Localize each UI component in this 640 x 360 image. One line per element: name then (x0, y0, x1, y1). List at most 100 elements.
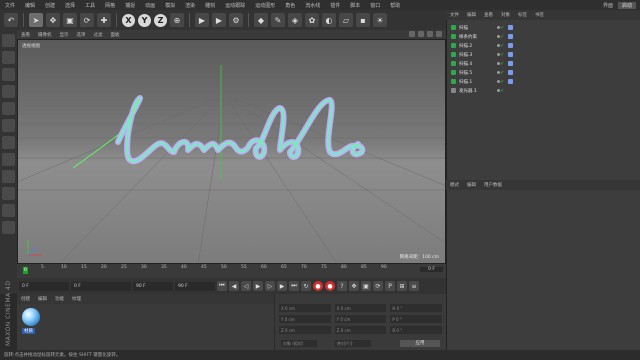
object-menu-bookmarks[interactable]: 书签 (531, 12, 548, 18)
object-row[interactable]: 样条约束 ✓ (451, 33, 637, 40)
viewport-menu-options[interactable]: 选项 (73, 32, 90, 38)
material-tag-icon[interactable] (508, 43, 514, 48)
current-frame-field[interactable]: 0 F (71, 281, 131, 291)
go-to-end-icon[interactable]: ⏭ (289, 281, 299, 291)
zoom-icon[interactable] (418, 31, 424, 37)
axis-z-button[interactable]: Z (154, 13, 167, 27)
object-name[interactable]: 扫描.4 (459, 61, 495, 67)
maximize-icon[interactable] (436, 31, 442, 37)
position-y-field[interactable]: Y 0 cm (279, 315, 331, 323)
object-row[interactable]: 扫描 ✓ (451, 24, 637, 31)
object-menu-edit[interactable]: 编辑 (463, 12, 480, 18)
object-menu-view[interactable]: 查看 (480, 12, 497, 18)
polygons-mode-icon[interactable] (2, 136, 15, 149)
menu-item-animate[interactable]: 动画 (140, 2, 160, 9)
edges-mode-icon[interactable] (2, 119, 15, 132)
menu-item-pipeline[interactable]: 流水线 (300, 2, 325, 9)
menu-item-simulate[interactable]: 模拟 (160, 2, 180, 9)
viewport-menu-filter[interactable]: 过滤 (90, 32, 107, 38)
object-name[interactable]: 发光器.1 (459, 88, 495, 94)
size-mode-dropdown[interactable]: 绝对尺寸 (335, 340, 371, 347)
camera-icon[interactable]: ▪ (356, 13, 370, 27)
size-x-field[interactable]: X 0 cm (334, 304, 387, 312)
material-tag-icon[interactable] (508, 70, 514, 75)
loop-icon[interactable]: ↻ (301, 281, 311, 291)
timeline-frame-field[interactable]: 0 F (420, 267, 443, 272)
material-preview-ball[interactable] (22, 308, 40, 326)
rotate-icon[interactable]: ⟳ (80, 13, 94, 27)
tweak-mode-icon[interactable] (2, 170, 15, 183)
move-icon[interactable]: ✥ (46, 13, 60, 27)
render-picture-viewer-icon[interactable]: ▶ (212, 13, 226, 27)
workplane-icon[interactable] (2, 85, 15, 98)
object-name[interactable]: 扫描.1 (459, 79, 495, 85)
pen-icon[interactable]: ✎ (271, 13, 285, 27)
apply-button[interactable]: 应用 (400, 340, 440, 347)
preview-end-field[interactable]: 90 F (175, 281, 215, 291)
object-name[interactable]: 扫描.2 (459, 43, 495, 49)
solo-icon[interactable] (2, 221, 15, 234)
material-tag-icon[interactable] (508, 52, 514, 57)
object-row[interactable]: 扫描.4 ✓ (451, 60, 637, 67)
menu-item-select[interactable]: 选择 (60, 2, 80, 9)
axis-x-button[interactable]: X (122, 13, 135, 27)
menu-item-mesh[interactable]: 网格 (100, 2, 120, 9)
floor-icon[interactable]: ▱ (339, 13, 353, 27)
play-icon[interactable]: ▶ (253, 281, 263, 291)
end-frame-field[interactable]: 90 F (133, 281, 173, 291)
object-name[interactable]: 扫描.3 (459, 52, 495, 58)
add-icon[interactable]: ✚ (97, 13, 111, 27)
enabled-check-icon[interactable]: ✓ (500, 61, 504, 67)
object-menu-tags[interactable]: 标签 (514, 12, 531, 18)
attribute-menu-mode[interactable]: 模式 (446, 182, 463, 188)
undo-icon[interactable]: ↶ (4, 13, 18, 27)
rotation-key-icon[interactable]: ⟳ (373, 281, 383, 291)
select-arrow-icon[interactable]: ➤ (29, 13, 43, 27)
enabled-check-icon[interactable]: ✓ (500, 52, 504, 58)
prev-key-icon[interactable]: ◀ (229, 281, 239, 291)
render-settings-icon[interactable]: ⚙ (229, 13, 243, 27)
record-icon[interactable]: ● (313, 281, 323, 291)
next-frame-icon[interactable]: ▷ (265, 281, 275, 291)
scale-icon[interactable]: ▣ (63, 13, 77, 27)
object-row[interactable]: 扫描.3 ✓ (451, 51, 637, 58)
workplane-lock-icon[interactable] (2, 204, 15, 217)
texture-mode-icon[interactable] (2, 68, 15, 81)
coordinate-system-icon[interactable]: ⊕ (170, 13, 184, 27)
enabled-check-icon[interactable]: ✓ (500, 88, 504, 94)
menu-item-window[interactable]: 窗口 (365, 2, 385, 9)
menu-item-sculpt[interactable]: 雕刻 (200, 2, 220, 9)
render-view-icon[interactable]: ▶ (195, 13, 209, 27)
enabled-check-icon[interactable]: ✓ (500, 79, 504, 85)
rotation-p-field[interactable]: P 0 ° (390, 315, 443, 323)
make-editable-icon[interactable] (2, 34, 15, 47)
coordinate-mode-dropdown[interactable]: 对象 (相对) (281, 340, 317, 347)
rotation-h-field[interactable]: H 0 ° (390, 304, 443, 312)
enabled-check-icon[interactable]: ✓ (500, 70, 504, 76)
object-name[interactable]: 扫描.5 (459, 70, 495, 76)
object-row[interactable]: 扫描.5 ✓ (451, 69, 637, 76)
menu-item-mograph[interactable]: 运动图形 (250, 2, 280, 9)
autokey-icon[interactable]: ● (325, 281, 335, 291)
material-tag-icon[interactable] (508, 25, 514, 30)
material-name-label[interactable]: 材质 (22, 328, 35, 334)
material-menu-texture[interactable]: 纹理 (68, 296, 85, 302)
snap-icon[interactable] (2, 187, 15, 200)
enabled-check-icon[interactable]: ✓ (500, 25, 504, 31)
object-name[interactable]: 样条约束 (459, 34, 495, 40)
attribute-menu-user-data[interactable]: 用户数据 (480, 182, 506, 188)
size-z-field[interactable]: Z 0 cm (334, 326, 387, 334)
menu-item-motion-tracking[interactable]: 运动跟踪 (220, 2, 250, 9)
position-z-field[interactable]: Z 0 cm (279, 326, 331, 334)
current-frame-marker[interactable]: 0 (23, 267, 28, 274)
perspective-viewport[interactable]: 透视视图 网格间距：100 cm (17, 39, 446, 264)
pla-key-icon[interactable]: ⊞ (397, 281, 407, 291)
material-menu-edit[interactable]: 编辑 (34, 296, 51, 302)
menu-item-script[interactable]: 脚本 (345, 2, 365, 9)
next-key-icon[interactable]: ▶ (277, 281, 287, 291)
timeline-menu-icon[interactable]: ≡ (409, 281, 419, 291)
menu-item-snap[interactable]: 捕捉 (120, 2, 140, 9)
viewport-menu-cameras[interactable]: 摄像机 (34, 32, 56, 38)
array-icon[interactable]: ✿ (305, 13, 319, 27)
model-mode-icon[interactable] (2, 51, 15, 64)
